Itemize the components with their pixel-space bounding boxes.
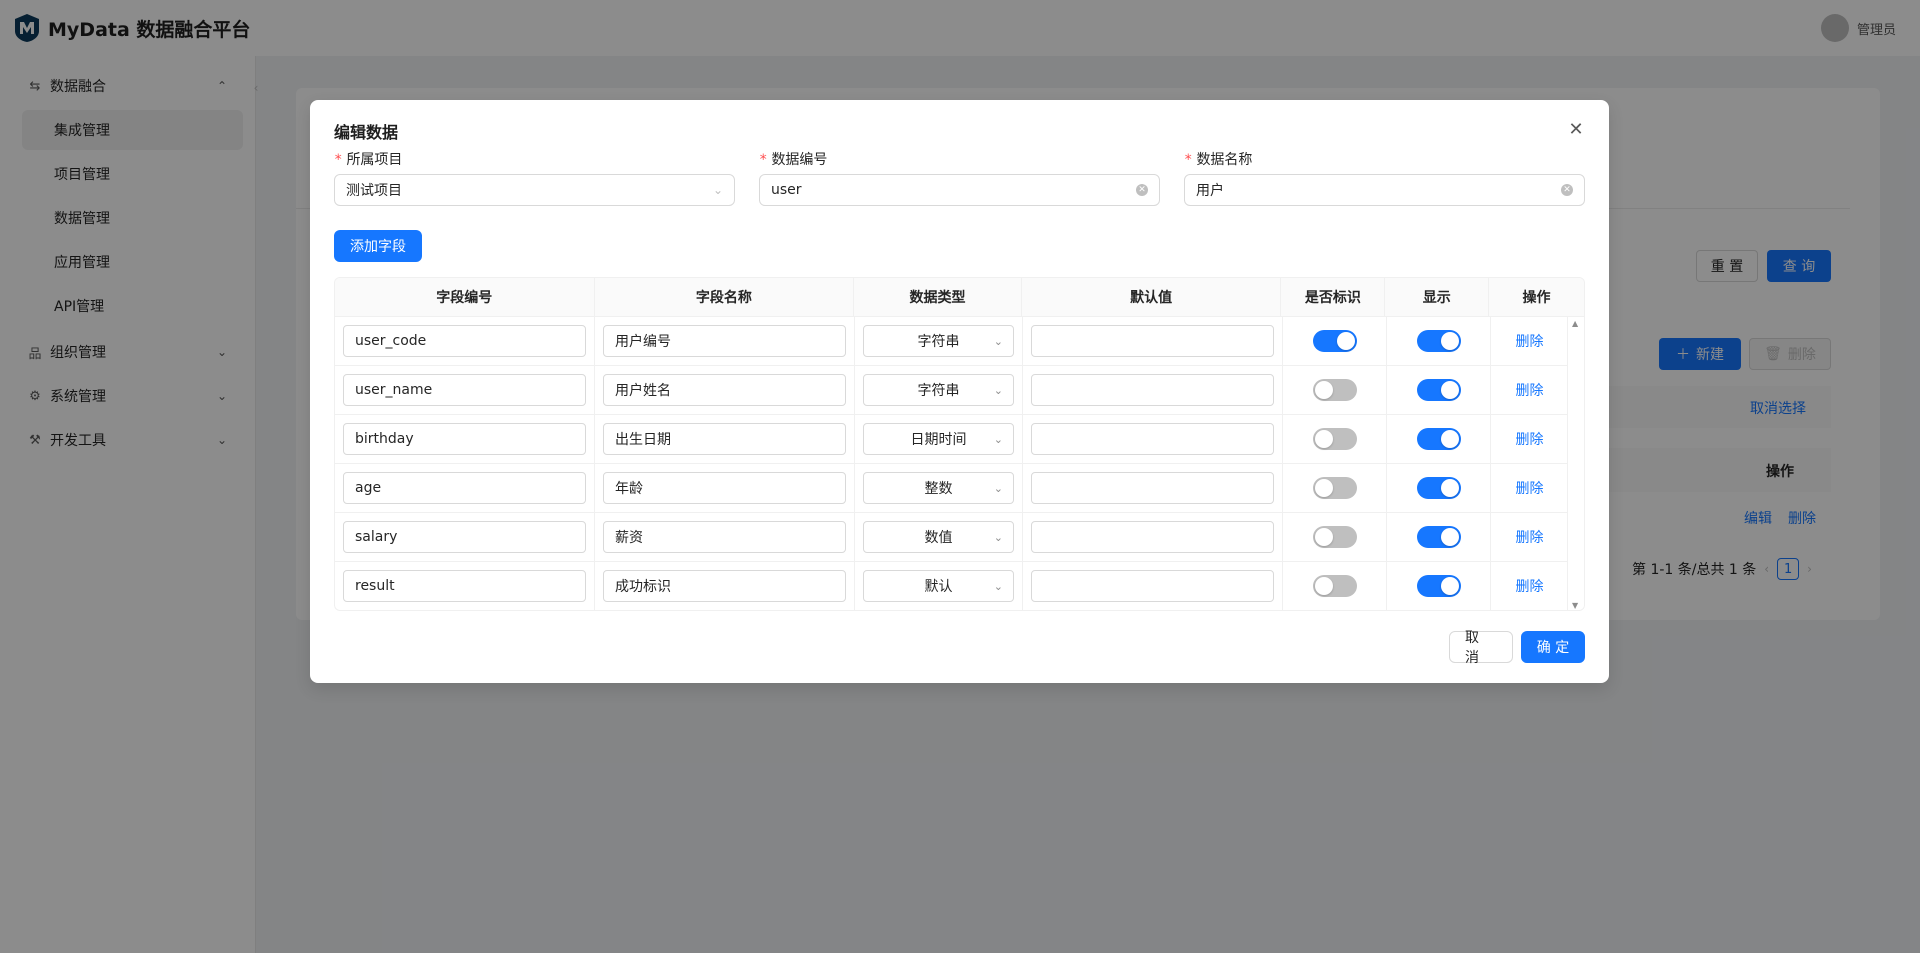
field-code-input[interactable]: salary	[343, 521, 586, 553]
field-code-input[interactable]: birthday	[343, 423, 586, 455]
data-type-select[interactable]: 字符串 ⌄	[863, 374, 1014, 406]
scroll-up-icon[interactable]: ▲	[1572, 319, 1578, 328]
field-name-input[interactable]: 年龄	[603, 472, 846, 504]
data-type-select[interactable]: 字符串 ⌄	[863, 325, 1014, 357]
required-mark: *	[334, 152, 343, 168]
table-row: result 成功标识 默认 ⌄ 删除	[335, 562, 1584, 610]
clear-icon[interactable]: ✕	[1136, 184, 1148, 196]
field-code-input[interactable]: user_name	[343, 374, 586, 406]
chevron-down-icon: ⌄	[993, 334, 1003, 348]
default-value-input[interactable]	[1031, 570, 1274, 602]
field-code-input[interactable]: result	[343, 570, 586, 602]
data-type-select[interactable]: 整数 ⌄	[863, 472, 1014, 504]
delete-row-link[interactable]: 删除	[1516, 576, 1544, 596]
code-field: * 数据编号 user ✕	[759, 146, 1160, 206]
table-row: birthday 出生日期 日期时间 ⌄ 删除	[335, 415, 1584, 464]
field-name-input[interactable]: 出生日期	[603, 423, 846, 455]
name-input[interactable]: 用户 ✕	[1184, 174, 1585, 206]
default-value-input[interactable]	[1031, 325, 1274, 357]
default-value-input[interactable]	[1031, 423, 1274, 455]
form-row: * 所属项目 测试项目 ⌄ * 数据编号 user ✕ * 数据名称 用户 ✕	[334, 146, 1585, 206]
identity-switch[interactable]	[1312, 575, 1357, 597]
delete-row-link[interactable]: 删除	[1516, 380, 1544, 400]
data-type-select[interactable]: 日期时间 ⌄	[863, 423, 1014, 455]
table-row: user_code 用户编号 字符串 ⌄ 删除	[335, 317, 1584, 366]
chevron-down-icon: ⌄	[993, 432, 1003, 446]
default-value-input[interactable]	[1031, 472, 1274, 504]
scroll-down-icon[interactable]: ▼	[1572, 601, 1578, 610]
modal-title: 编辑数据	[334, 123, 399, 142]
identity-switch[interactable]	[1312, 428, 1357, 450]
required-mark: *	[1184, 152, 1193, 168]
data-type-select[interactable]: 默认 ⌄	[863, 570, 1014, 602]
chevron-down-icon: ⌄	[993, 530, 1003, 544]
identity-switch[interactable]	[1312, 526, 1357, 548]
field-name-input[interactable]: 用户姓名	[603, 374, 846, 406]
table-row: user_name 用户姓名 字符串 ⌄ 删除	[335, 366, 1584, 415]
chevron-down-icon: ⌄	[993, 481, 1003, 495]
data-type-select[interactable]: 数值 ⌄	[863, 521, 1014, 553]
edit-data-modal: 编辑数据 ✕ * 所属项目 测试项目 ⌄ * 数据编号 user ✕ * 数据名称 用…	[310, 100, 1609, 683]
identity-switch[interactable]	[1312, 477, 1357, 499]
project-field: * 所属项目 测试项目 ⌄	[334, 146, 735, 206]
display-switch[interactable]	[1416, 526, 1461, 548]
clear-icon[interactable]: ✕	[1561, 184, 1573, 196]
default-value-input[interactable]	[1031, 374, 1274, 406]
chevron-down-icon: ⌄	[993, 579, 1003, 593]
project-select[interactable]: 测试项目 ⌄	[334, 174, 735, 206]
ok-button[interactable]: 确 定	[1521, 631, 1585, 663]
table-body: user_code 用户编号 字符串 ⌄ 删除 user_name 用户姓名 字符…	[335, 317, 1584, 610]
close-icon[interactable]: ✕	[1565, 118, 1587, 140]
display-switch[interactable]	[1416, 379, 1461, 401]
delete-row-link[interactable]: 删除	[1516, 478, 1544, 498]
identity-switch[interactable]	[1312, 330, 1357, 352]
cancel-button[interactable]: 取 消	[1449, 630, 1513, 666]
display-switch[interactable]	[1416, 330, 1461, 352]
name-field: * 数据名称 用户 ✕	[1184, 146, 1585, 206]
field-name-input[interactable]: 成功标识	[603, 570, 846, 602]
table-row: salary 薪资 数值 ⌄ 删除	[335, 513, 1584, 562]
delete-row-link[interactable]: 删除	[1516, 331, 1544, 351]
code-input[interactable]: user ✕	[759, 174, 1160, 206]
display-switch[interactable]	[1416, 575, 1461, 597]
add-field-button[interactable]: 添加字段	[334, 230, 422, 262]
field-name-input[interactable]: 薪资	[603, 521, 846, 553]
required-mark: *	[759, 152, 768, 168]
table-header: 字段编号 字段名称 数据类型 默认值 是否标识 显示 操作	[335, 278, 1584, 317]
delete-row-link[interactable]: 删除	[1516, 527, 1544, 547]
display-switch[interactable]	[1416, 428, 1461, 450]
identity-switch[interactable]	[1312, 379, 1357, 401]
field-code-input[interactable]: user_code	[343, 325, 586, 357]
table-row: age 年龄 整数 ⌄ 删除	[335, 464, 1584, 513]
display-switch[interactable]	[1416, 477, 1461, 499]
field-code-input[interactable]: age	[343, 472, 586, 504]
chevron-down-icon: ⌄	[993, 383, 1003, 397]
chevron-down-icon: ⌄	[712, 183, 723, 197]
field-name-input[interactable]: 用户编号	[603, 325, 846, 357]
modal-footer: 取 消 确 定	[1449, 630, 1585, 666]
default-value-input[interactable]	[1031, 521, 1274, 553]
fields-table: 字段编号 字段名称 数据类型 默认值 是否标识 显示 操作 user_code …	[334, 277, 1585, 611]
delete-row-link[interactable]: 删除	[1516, 429, 1544, 449]
table-scrollbar[interactable]: ▲ ▼	[1567, 317, 1584, 610]
